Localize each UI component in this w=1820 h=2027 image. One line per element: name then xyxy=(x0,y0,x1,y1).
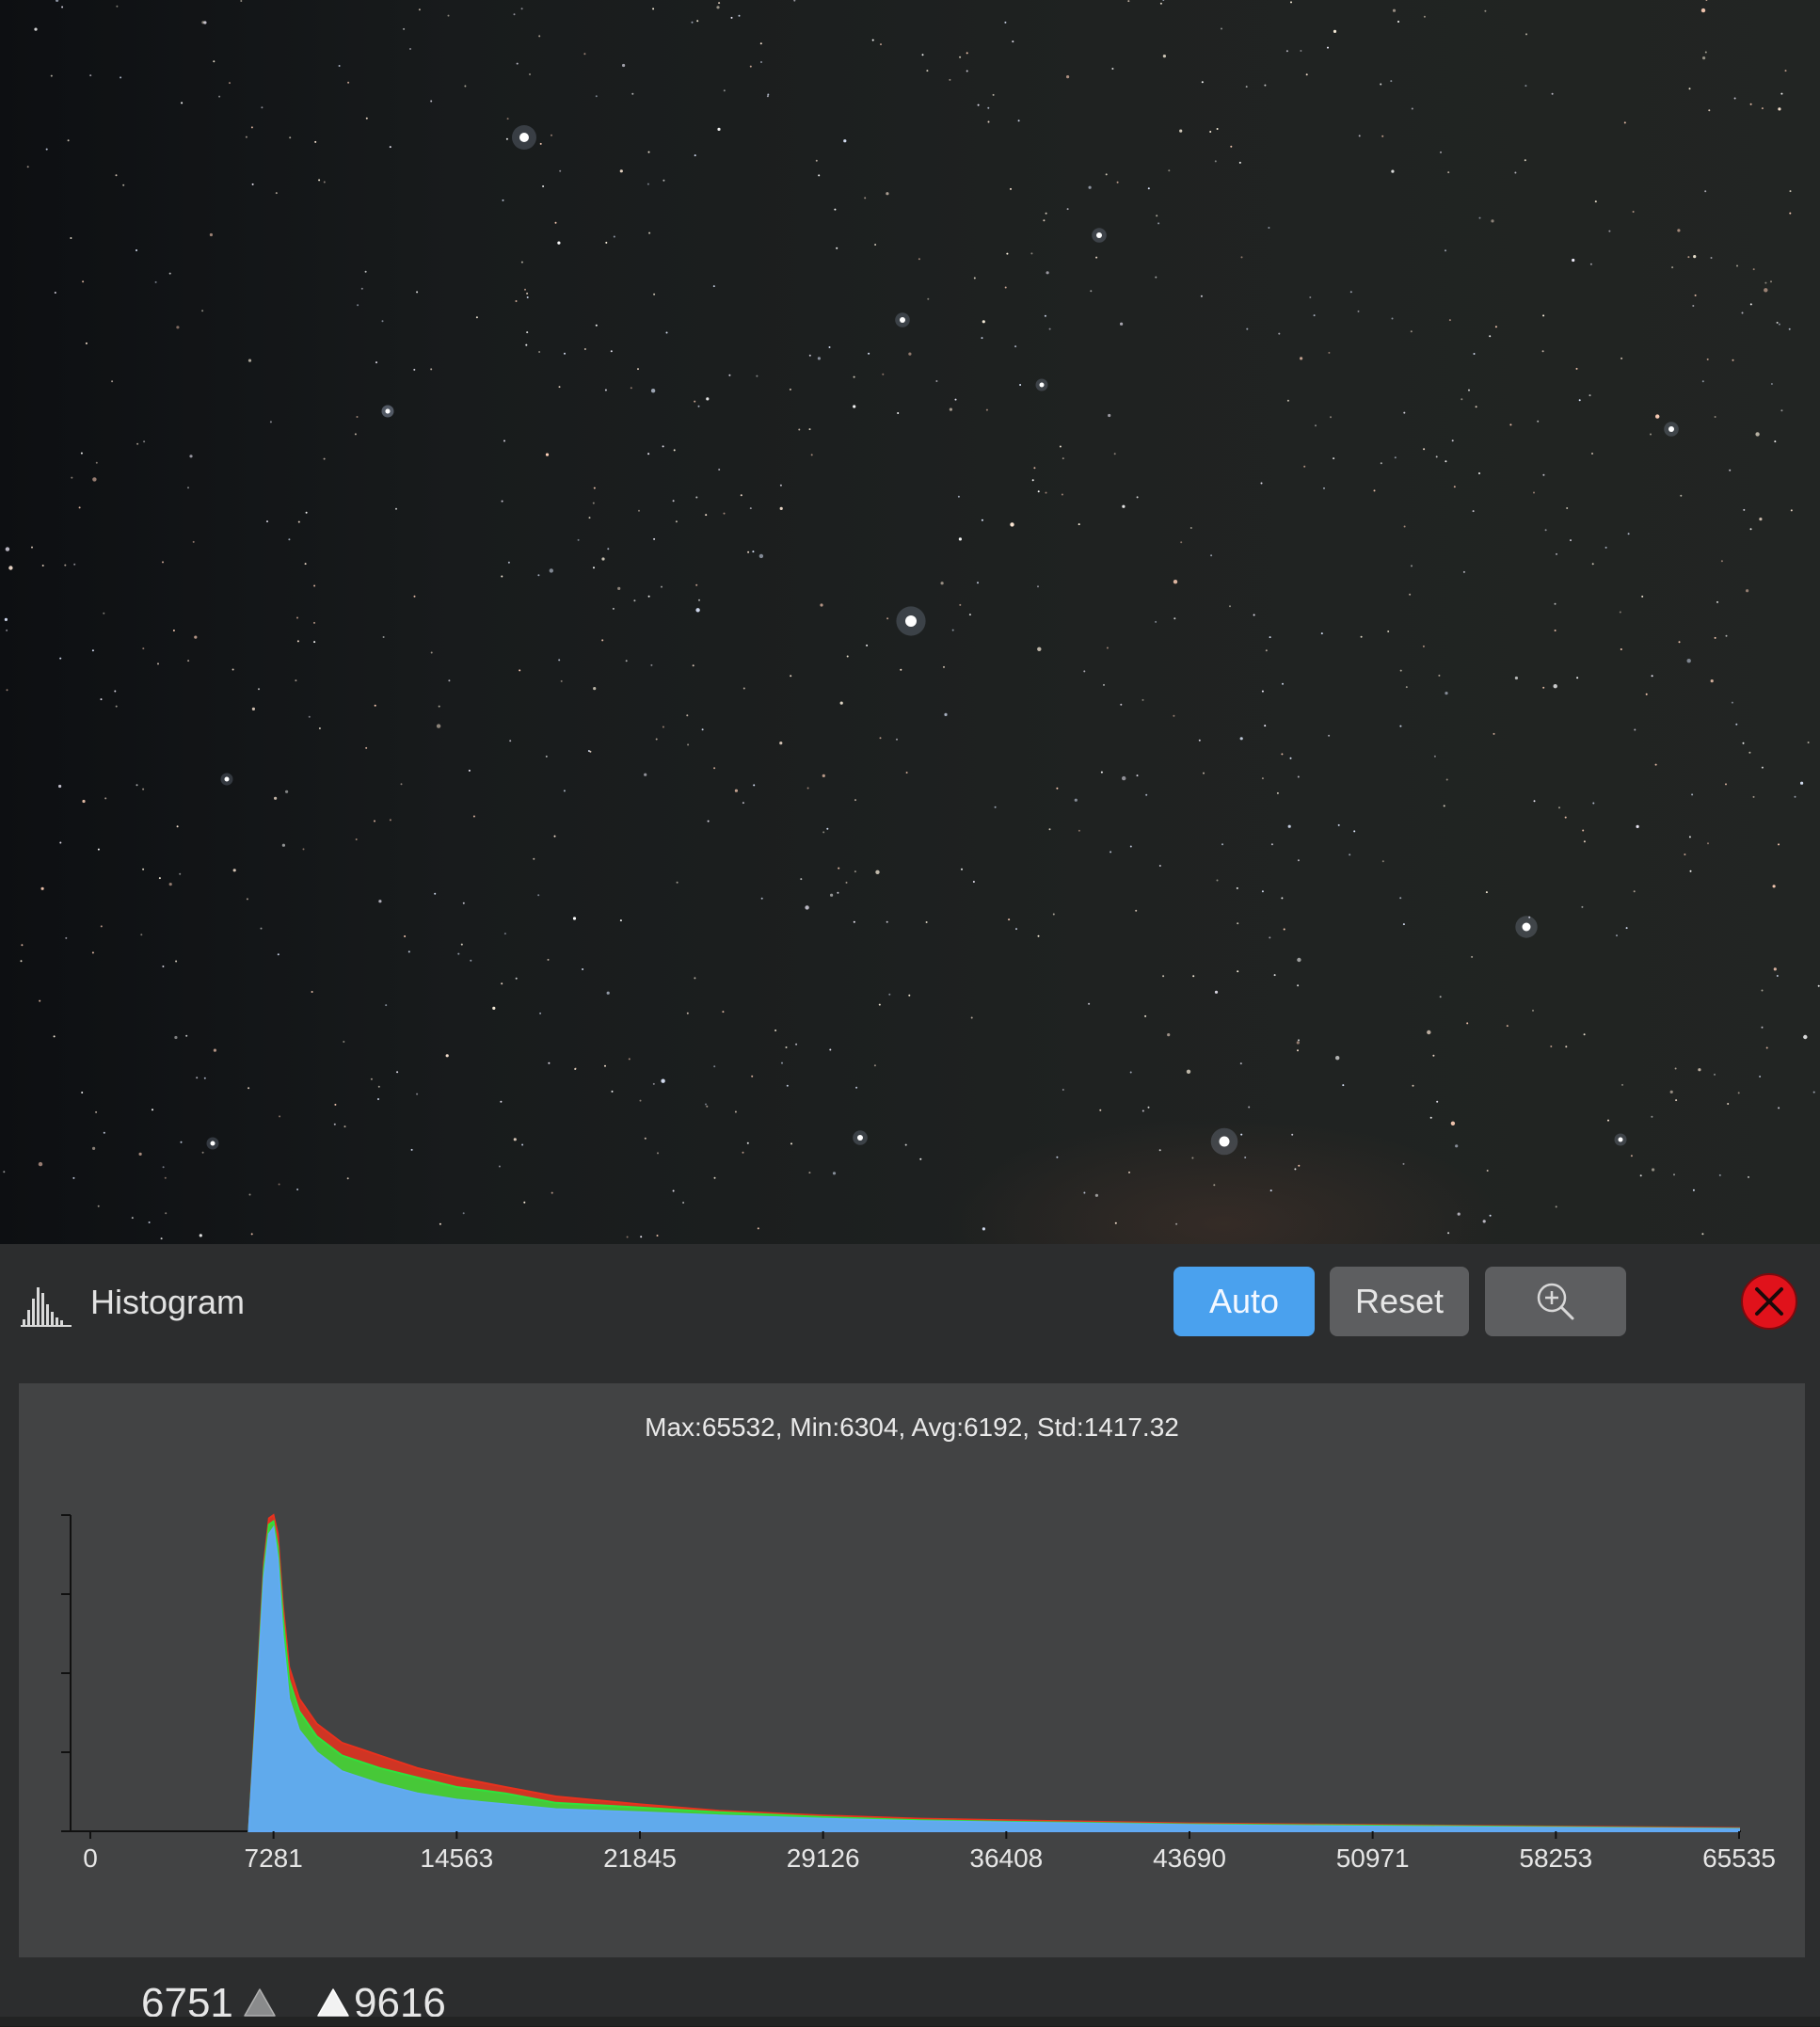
bright-star xyxy=(900,317,905,323)
bright-star xyxy=(1096,232,1102,238)
close-icon[interactable] xyxy=(1740,1272,1798,1331)
x-tick-label: 0 xyxy=(83,1843,98,1873)
x-tick-label: 43690 xyxy=(1153,1843,1226,1873)
histogram-toolbar: Histogram Auto Reset xyxy=(0,1244,1820,1355)
x-tick-label: 7281 xyxy=(245,1843,303,1873)
starfield xyxy=(3,0,1820,1240)
auto-button[interactable]: Auto xyxy=(1173,1267,1315,1336)
x-tick-label: 29126 xyxy=(787,1843,860,1873)
bright-star xyxy=(1618,1137,1623,1142)
bright-star xyxy=(905,615,917,627)
bright-star xyxy=(857,1135,863,1141)
x-tick-label: 14563 xyxy=(420,1843,493,1873)
bright-star xyxy=(1219,1136,1230,1147)
histogram-chart: Max:65532, Min:6304, Avg:6192, Std:1417.… xyxy=(19,1383,1805,1957)
bright-star xyxy=(210,1141,216,1146)
series-red xyxy=(247,1513,1740,1832)
image-preview xyxy=(0,0,1820,1244)
low-level-handle[interactable] xyxy=(241,1986,279,2019)
reset-button[interactable]: Reset xyxy=(1330,1267,1469,1336)
status-strip xyxy=(0,2017,1820,2026)
x-tick-label: 65535 xyxy=(1702,1843,1776,1873)
histogram-panel: Histogram Auto Reset Max:65532, Min:6304… xyxy=(0,1244,1820,2026)
histogram-plot: 0 7281 14563 21845 29126 36408 43690 50971 58253… xyxy=(61,1513,1776,1873)
x-tick-label: 36408 xyxy=(969,1843,1043,1873)
bright-star xyxy=(1522,922,1531,932)
bright-star xyxy=(385,408,391,414)
histogram-title: Histogram xyxy=(90,1283,246,1321)
zoom-button[interactable] xyxy=(1485,1267,1626,1336)
bright-star xyxy=(519,133,529,142)
bright-star xyxy=(1039,382,1045,388)
bright-star xyxy=(1668,426,1674,432)
bright-star xyxy=(224,776,230,782)
zoom-in-icon xyxy=(1537,1283,1574,1320)
x-tick-label: 21845 xyxy=(603,1843,677,1873)
x-tick-label: 50971 xyxy=(1336,1843,1410,1873)
high-level-handle[interactable] xyxy=(314,1986,352,2019)
histogram-icon xyxy=(21,1287,72,1327)
x-tick-label: 58253 xyxy=(1519,1843,1592,1873)
